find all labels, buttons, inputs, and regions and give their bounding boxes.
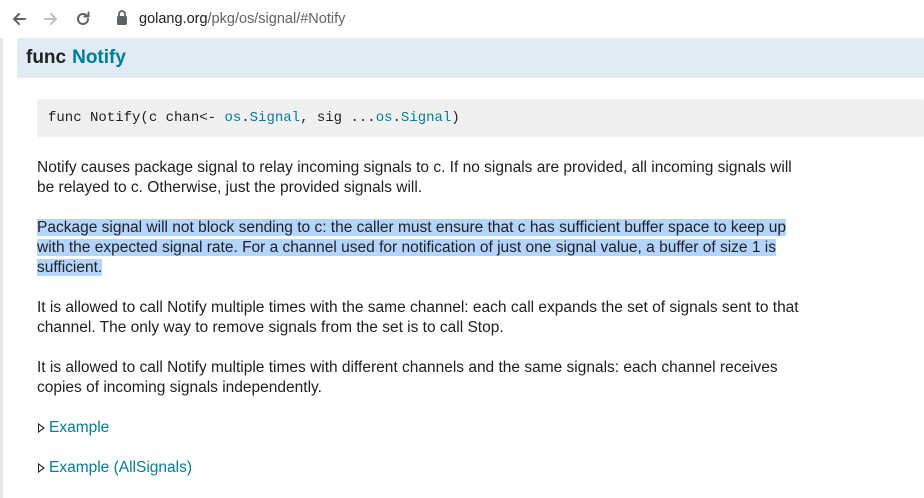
disclosure-triangle-icon (38, 463, 45, 473)
address-bar[interactable]: golang.org/pkg/os/signal/#Notify (139, 10, 345, 28)
p4-line2: copies of incoming signals independently… (37, 379, 322, 396)
reload-button[interactable] (71, 7, 95, 31)
sig-part3: ) (451, 110, 460, 126)
p3-line2: channel. The only way to remove signals … (37, 319, 504, 336)
lock-icon (117, 10, 127, 25)
func-header: func Notify (17, 38, 924, 78)
url-path: /pkg/os/signal/#Notify (207, 11, 346, 27)
func-name-link[interactable]: Notify (72, 47, 126, 69)
os-package-link[interactable]: os (224, 110, 241, 126)
p1-line1: Notify causes package signal to relay in… (37, 159, 792, 176)
back-button[interactable] (7, 7, 31, 31)
example-allsignals-label: Example (AllSignals) (49, 459, 192, 476)
example-toggle[interactable]: Example (37, 418, 109, 438)
signature-code-block: func Notify(c chan<- os.Signal, sig ...o… (37, 99, 924, 137)
example-label: Example (49, 419, 110, 436)
page-left-border (0, 38, 3, 498)
signal-type-link-2[interactable]: Signal (401, 110, 451, 126)
p3-line1: It is allowed to call Notify multiple ti… (37, 299, 799, 316)
arrow-right-icon (44, 13, 57, 25)
sig-part2: , sig ... (300, 110, 376, 126)
paragraph-2-selected: Package signal will not block sending to… (37, 218, 837, 278)
browser-toolbar: golang.org/pkg/os/signal/#Notify (0, 0, 924, 38)
signature-code: func Notify(c chan<- os.Signal, sig ...o… (48, 109, 460, 127)
forward-button[interactable] (39, 7, 63, 31)
disclosure-triangle-icon (38, 423, 45, 433)
paragraph-3: It is allowed to call Notify multiple ti… (37, 298, 837, 338)
os-package-link-2[interactable]: os (376, 110, 393, 126)
sig-part1: func Notify(c chan<- (48, 110, 225, 126)
sig-dot2: . (392, 110, 401, 126)
arrow-left-icon (13, 13, 26, 25)
url-host: golang.org (139, 11, 208, 27)
sig-dot1: . (241, 110, 250, 126)
signal-type-link[interactable]: Signal (250, 110, 300, 126)
func-keyword: func (26, 47, 67, 68)
example-allsignals-toggle[interactable]: Example (AllSignals) (37, 458, 192, 478)
reload-icon (77, 11, 90, 25)
paragraph-1: Notify causes package signal to relay in… (37, 158, 837, 198)
p2-line2: with the expected signal rate. For a cha… (37, 239, 776, 256)
paragraph-4: It is allowed to call Notify multiple ti… (37, 358, 837, 398)
p2-line3: sufficient. (37, 259, 103, 276)
p1-line2: be relayed to c. Otherwise, just the pro… (37, 179, 423, 196)
p4-line1: It is allowed to call Notify multiple ti… (37, 359, 778, 376)
p2-line1: Package signal will not block sending to… (37, 219, 787, 236)
